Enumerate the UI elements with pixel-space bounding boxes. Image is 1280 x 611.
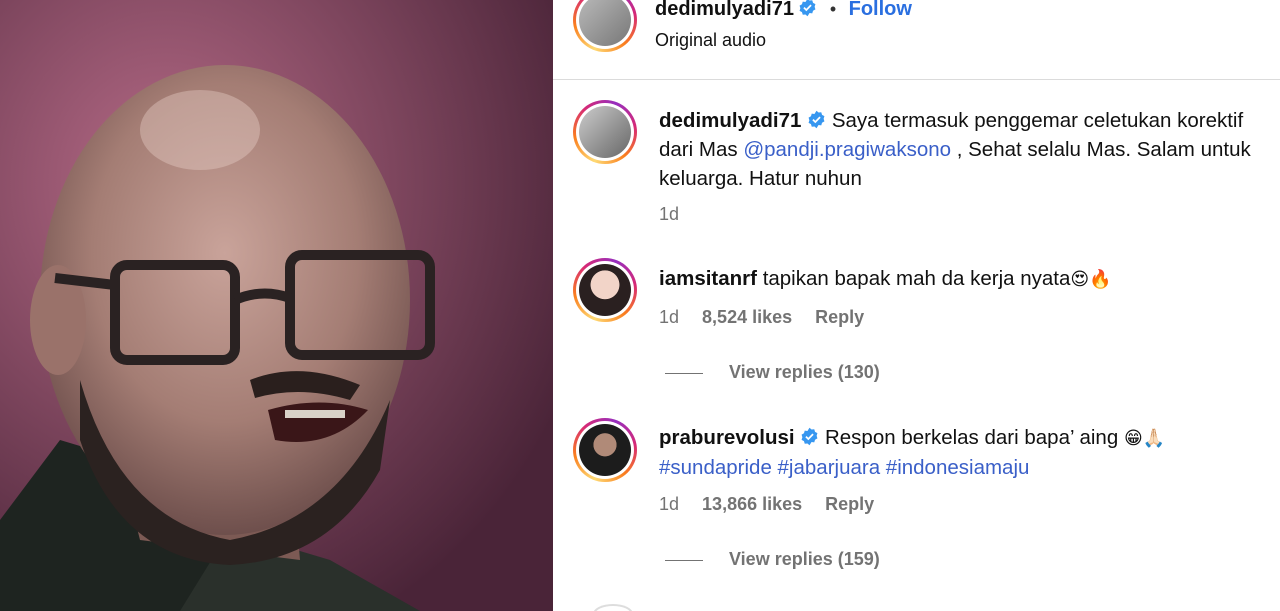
comment-emoji: 😍🔥 [1070, 269, 1112, 290]
comment-text: iamsitanrf tapikan bapak mah da kerja ny… [659, 264, 1270, 294]
comment-likes[interactable]: 13,866 likes [702, 494, 802, 514]
verified-badge-icon [801, 427, 818, 446]
view-replies-label: View replies (130) [729, 362, 880, 382]
replies-divider [665, 559, 703, 561]
reply-button[interactable]: Reply [825, 494, 874, 514]
author-username[interactable]: dedimulyadi71 [655, 0, 794, 20]
comment-hashtags[interactable]: #sundapride #jabarjuara #indonesiamaju [659, 456, 1029, 479]
comment-time[interactable]: 1d [659, 307, 679, 327]
reply-button[interactable]: Reply [815, 307, 864, 327]
commenter-username[interactable]: praburevolusi [659, 426, 795, 449]
replies-divider [665, 372, 703, 374]
speaker-illustration [0, 0, 553, 611]
caption-username[interactable]: dedimulyadi71 [659, 109, 801, 132]
follow-button[interactable]: Follow [849, 0, 912, 20]
comment-time[interactable]: 1d [659, 494, 679, 514]
view-replies-button[interactable]: View replies (159) [665, 549, 880, 570]
comment-body: Respon berkelas dari bapa’ aing [824, 426, 1119, 449]
view-replies-label: View replies (159) [729, 549, 880, 569]
comment-body: tapikan bapak mah da kerja nyata [762, 267, 1071, 290]
caption-time[interactable]: 1d [659, 204, 679, 224]
comment-emoji: 😁🙏🏻 [1123, 428, 1166, 449]
comment-meta: 1d 13,866 likes Reply [659, 494, 892, 515]
comments-panel: dedimulyadi71 • Follow Original audio de… [553, 0, 1280, 611]
author-avatar[interactable] [573, 0, 637, 52]
caption-mention[interactable]: @pandji.pragiwaksono [743, 138, 951, 161]
caption-text: dedimulyadi71 Saya termasuk penggemar ce… [659, 106, 1270, 193]
comment-likes[interactable]: 8,524 likes [702, 307, 792, 327]
caption-meta: 1d [659, 204, 697, 225]
commenter-avatar[interactable] [573, 418, 637, 482]
view-replies-button[interactable]: View replies (130) [665, 362, 880, 383]
separator-dot: • [829, 0, 837, 19]
commenter-username[interactable]: iamsitanrf [659, 267, 757, 290]
video-frame[interactable] [0, 0, 553, 611]
comment-text: praburevolusi Respon berkelas dari bapa’… [659, 423, 1270, 482]
commenter-avatar[interactable] [573, 258, 637, 322]
verified-badge-icon [799, 0, 816, 17]
caption-avatar[interactable] [573, 100, 637, 164]
audio-label[interactable]: Original audio [655, 30, 766, 51]
post-header: dedimulyadi71 • Follow Original audio [553, 0, 1280, 80]
comment-meta: 1d 8,524 likes Reply [659, 307, 882, 328]
next-comment-avatar [593, 604, 633, 611]
verified-badge-icon [808, 110, 825, 129]
